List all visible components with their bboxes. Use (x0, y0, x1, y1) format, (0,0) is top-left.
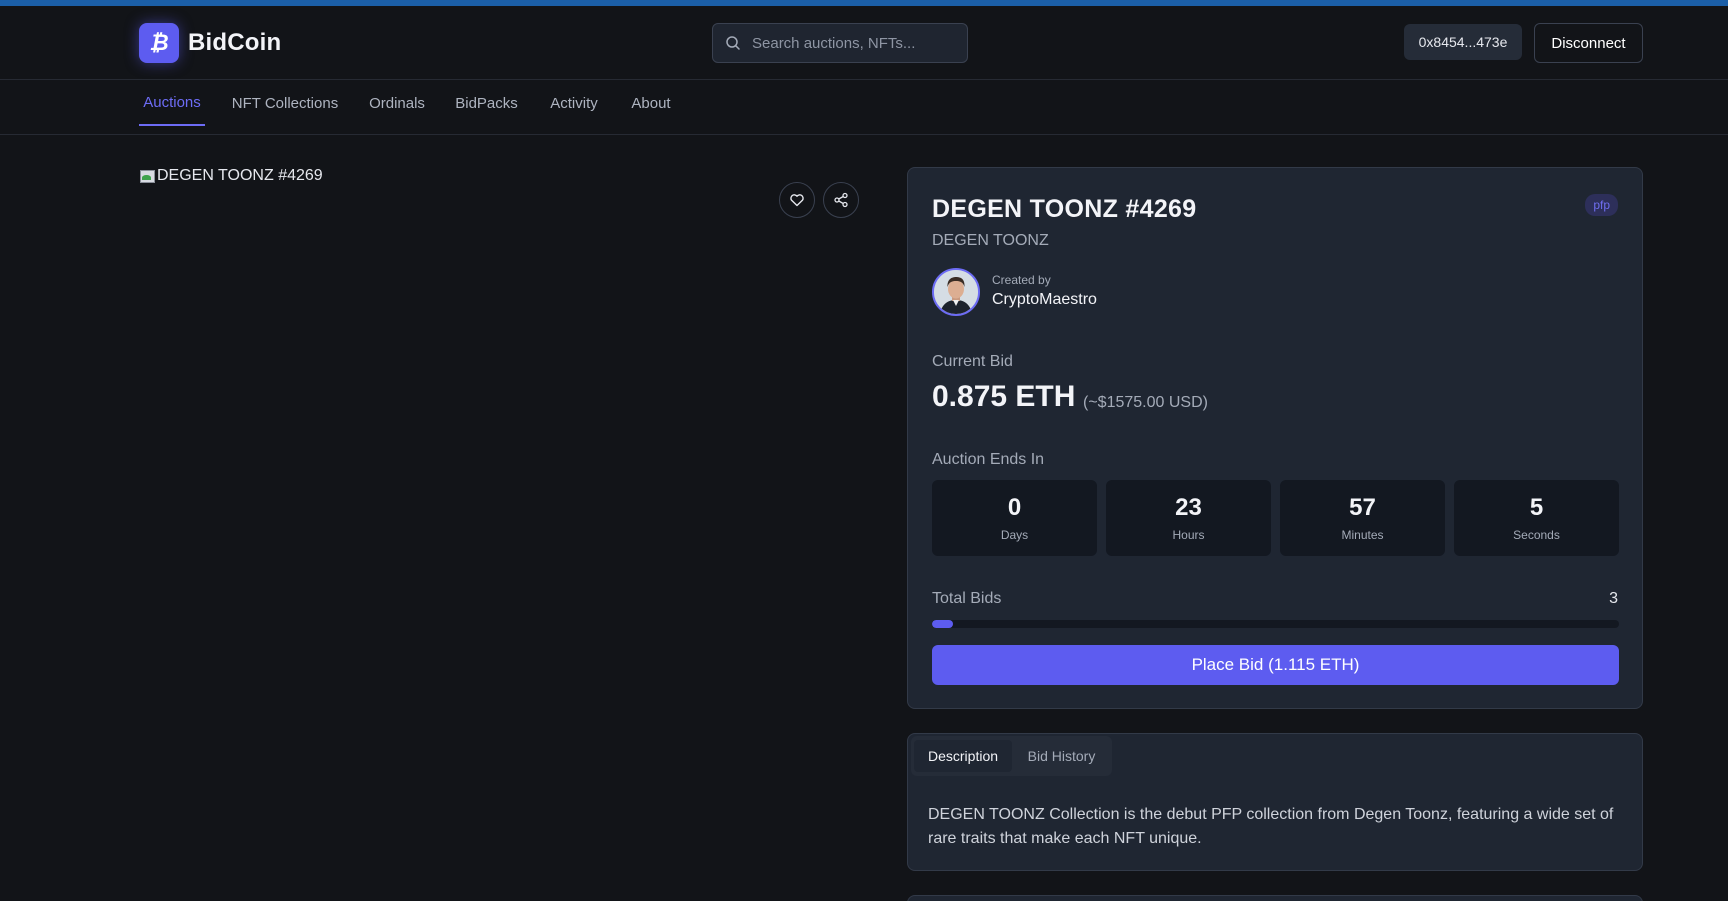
details-tab-list: Description Bid History (911, 736, 1112, 776)
disconnect-button[interactable]: Disconnect (1534, 23, 1643, 63)
nft-description: DEGEN TOONZ Collection is the debut PFP … (928, 806, 1614, 847)
nav-item-nft-collections[interactable]: NFT Collections (231, 80, 339, 127)
bids-progress-bar (932, 620, 1619, 628)
search-box[interactable] (712, 23, 968, 63)
nav-item-auctions[interactable]: Auctions (139, 80, 205, 126)
countdown-unit: Seconds (1513, 528, 1560, 542)
countdown-seconds: 5 Seconds (1454, 480, 1619, 556)
tab-bid-history[interactable]: Bid History (1014, 740, 1109, 772)
bids-progress-fill (932, 620, 953, 628)
countdown-minutes: 57 Minutes (1280, 480, 1445, 556)
creator-avatar[interactable] (932, 268, 980, 316)
details-tabs-card: Description Bid History DEGEN TOONZ Coll… (907, 733, 1643, 871)
nav-item-bidpacks[interactable]: BidPacks (454, 80, 519, 127)
countdown-unit: Hours (1172, 528, 1205, 542)
app-logo[interactable]: ₿ BidCoin (139, 23, 281, 63)
countdown-hours: 23 Hours (1106, 480, 1271, 556)
total-bids-count: 3 (1609, 590, 1618, 607)
collection-name[interactable]: DEGEN TOONZ (932, 232, 1049, 250)
avatar-portrait-icon (934, 270, 978, 314)
countdown-value: 57 (1349, 494, 1376, 521)
countdown-value: 5 (1529, 494, 1544, 521)
auction-ends-label: Auction Ends In (932, 451, 1045, 468)
app-header: ₿ BidCoin 0x8454...473e Disconnect (0, 6, 1728, 80)
nft-image-alt-text: DEGEN TOONZ #4269 (157, 167, 323, 184)
countdown-unit: Minutes (1341, 528, 1384, 542)
nav-item-activity[interactable]: Activity (547, 80, 601, 127)
place-bid-button[interactable]: Place Bid (1.115 ETH) (932, 645, 1619, 685)
nav-item-about[interactable]: About (628, 80, 674, 127)
main-nav: Auctions NFT Collections Ordinals BidPac… (0, 80, 1728, 135)
app-name: BidCoin (188, 29, 282, 56)
countdown-value: 23 (1175, 494, 1202, 521)
share-button[interactable] (823, 182, 859, 218)
current-bid-label: Current Bid (932, 353, 1013, 370)
current-bid-usd: (~$1575.00 USD) (1083, 394, 1208, 411)
category-badge: pfp (1585, 194, 1618, 216)
heart-icon (790, 194, 804, 207)
search-input[interactable] (752, 34, 942, 52)
nft-image-area: DEGEN TOONZ #4269 (139, 167, 859, 867)
wallet-address-badge[interactable]: 0x8454...473e (1404, 24, 1522, 60)
total-bids-label: Total Bids (932, 590, 1002, 607)
countdown-unit: Days (1000, 528, 1029, 542)
creator-name[interactable]: CryptoMaestro (992, 291, 1097, 309)
current-bid-amount: 0.875 ETH (932, 380, 1076, 413)
nft-image: DEGEN TOONZ #4269 (139, 167, 859, 185)
bitcoin-logo-icon: ₿ (139, 23, 179, 63)
countdown-value: 0 (1007, 494, 1022, 521)
created-by-label: Created by (992, 273, 1051, 287)
countdown-days: 0 Days (932, 480, 1097, 556)
auction-card: DEGEN TOONZ #4269 DEGEN TOONZ pfp Create… (907, 167, 1643, 709)
nav-item-ordinals[interactable]: Ordinals (368, 80, 426, 127)
favorite-button[interactable] (779, 182, 815, 218)
nft-title: DEGEN TOONZ #4269 (932, 195, 1197, 223)
next-section-card (907, 895, 1643, 901)
broken-image-icon (139, 168, 155, 184)
tab-description[interactable]: Description (914, 740, 1012, 772)
share-icon (834, 192, 848, 208)
search-icon (726, 36, 740, 50)
